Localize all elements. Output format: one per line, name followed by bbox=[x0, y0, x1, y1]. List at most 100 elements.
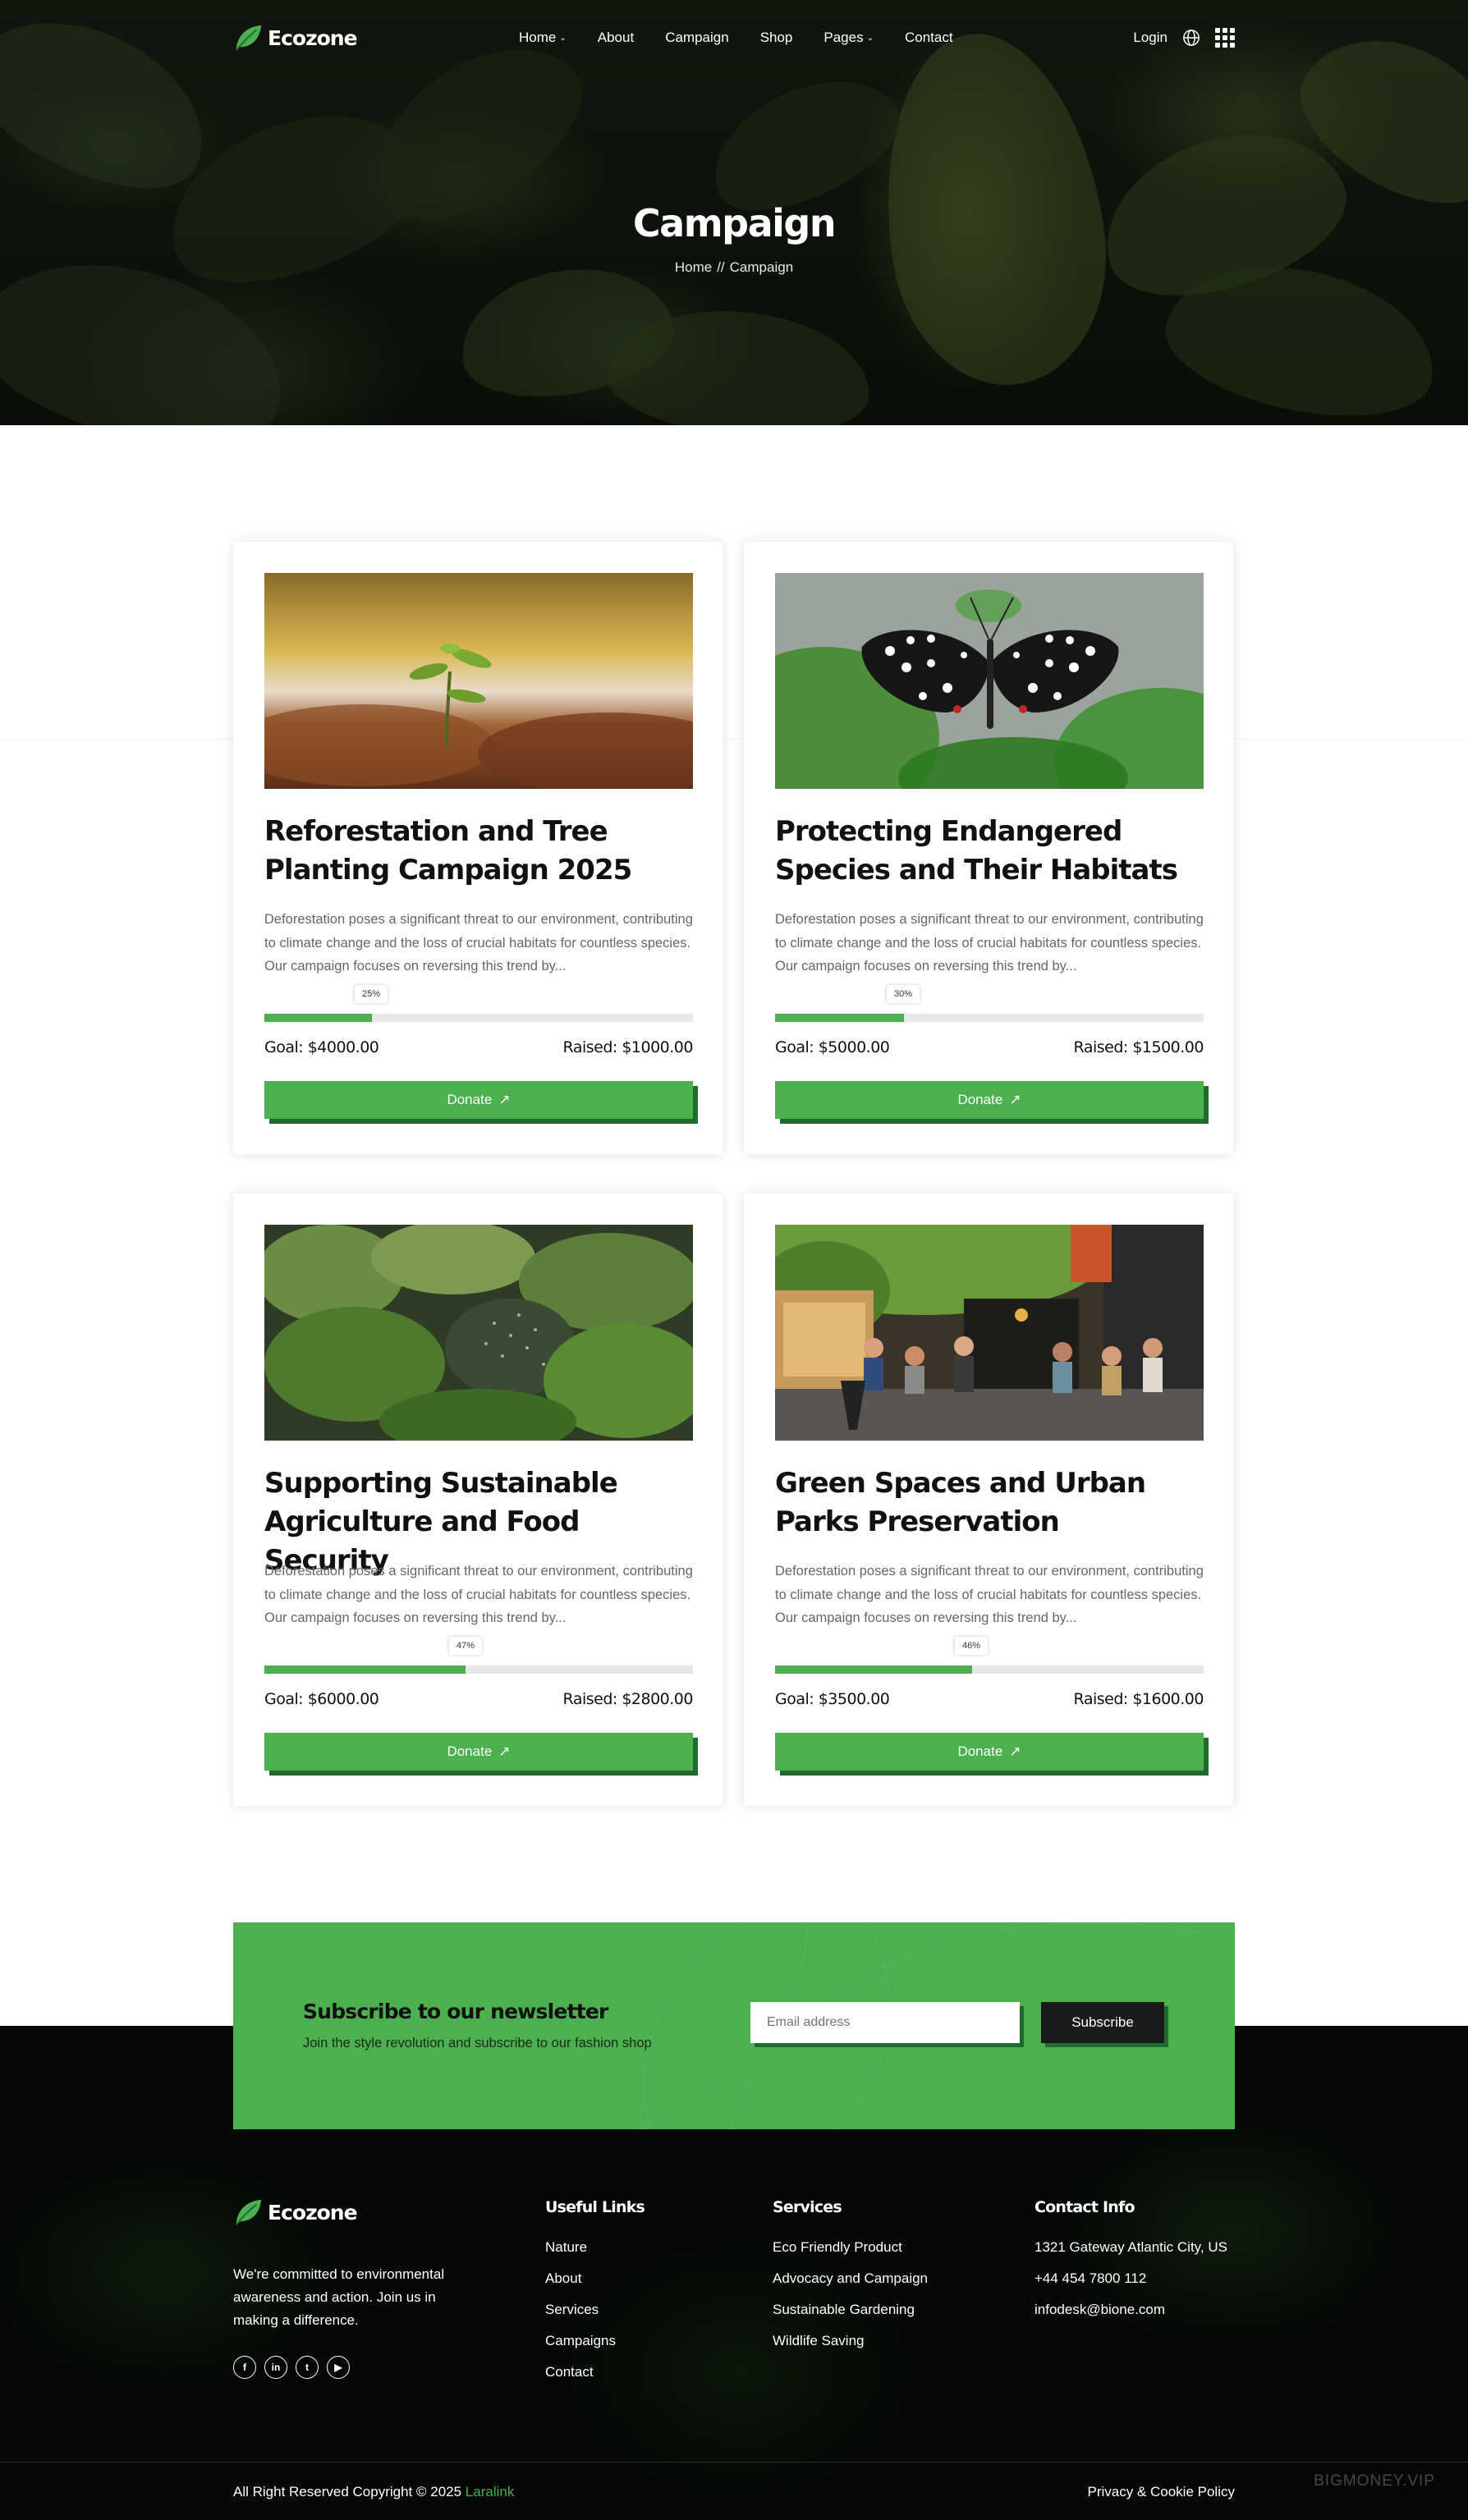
campaign-raised: Raised: $1000.00 bbox=[562, 1038, 694, 1056]
footer-service-item[interactable]: Wildlife Saving bbox=[773, 2333, 928, 2349]
nav-about[interactable]: About bbox=[598, 30, 634, 46]
watermark: BIGMONEY.VIP bbox=[1314, 2472, 1435, 2490]
campaign-goal: Goal: $4000.00 bbox=[264, 1038, 379, 1056]
campaign-title[interactable]: Reforestation and Tree Planting Campaign… bbox=[264, 813, 700, 890]
campaign-description: Deforestation poses a significant threat… bbox=[775, 912, 1204, 974]
nav-campaign[interactable]: Campaign bbox=[665, 30, 729, 46]
campaign-card: Reforestation and Tree Planting Campaign… bbox=[233, 542, 723, 1154]
contact-email[interactable]: infodesk@bione.com bbox=[1034, 2302, 1227, 2318]
progress-percent-badge: 25% bbox=[354, 985, 388, 1003]
breadcrumb-current: Campaign bbox=[729, 259, 794, 275]
footer-column-title: Useful Links bbox=[545, 2198, 645, 2216]
campaign-goal: Goal: $6000.00 bbox=[264, 1690, 379, 1708]
campaign-description: Deforestation poses a significant threat… bbox=[775, 1564, 1204, 1625]
breadcrumb-home[interactable]: Home bbox=[675, 259, 712, 275]
footer-column-title: Contact Info bbox=[1034, 2198, 1135, 2216]
footer-service-item[interactable]: Eco Friendly Product bbox=[773, 2239, 928, 2256]
campaign-image-crops[interactable] bbox=[264, 1225, 693, 1441]
donate-button[interactable]: Donate ↗ bbox=[775, 1733, 1204, 1771]
campaign-title[interactable]: Green Spaces and Urban Parks Preservatio… bbox=[775, 1464, 1210, 1542]
nav-home[interactable]: Home ⌄ bbox=[519, 30, 567, 46]
progress-percent-badge: 30% bbox=[886, 985, 920, 1003]
progress-fill bbox=[775, 1665, 973, 1674]
nav-pages[interactable]: Pages ⌄ bbox=[823, 30, 874, 46]
breadcrumb-separator: // bbox=[717, 259, 725, 275]
nav-contact[interactable]: Contact bbox=[905, 30, 953, 46]
leaf-logo-icon bbox=[236, 2199, 262, 2225]
linkedin-icon[interactable]: in bbox=[264, 2356, 287, 2379]
privacy-policy-link[interactable]: Privacy & Cookie Policy bbox=[1087, 2484, 1235, 2500]
campaign-card: Protecting Endangered Species and Their … bbox=[744, 542, 1233, 1154]
footer-contact-info: Contact Info 1321 Gateway Atlantic City,… bbox=[1034, 2198, 1227, 2333]
footer-service-item[interactable]: Advocacy and Campaign bbox=[773, 2270, 928, 2287]
campaign-description: Deforestation poses a significant threat… bbox=[264, 912, 693, 974]
contact-phone[interactable]: +44 454 7800 112 bbox=[1034, 2270, 1227, 2287]
progress-bar bbox=[775, 1665, 1204, 1674]
campaign-image-street-cafe[interactable] bbox=[775, 1225, 1204, 1441]
globe-icon[interactable] bbox=[1182, 29, 1200, 47]
footer-column-title: Services bbox=[773, 2198, 842, 2216]
copyright-text: All Right Reserved Copyright © 2025 Lara… bbox=[233, 2484, 515, 2499]
leaf-logo-icon bbox=[236, 25, 262, 51]
copyright-brand-link[interactable]: Laralink bbox=[466, 2484, 515, 2499]
donate-button[interactable]: Donate ↗ bbox=[775, 1081, 1204, 1119]
footer-useful-links: Useful Links Nature About Services Campa… bbox=[545, 2198, 645, 2395]
footer-about-text: We're committed to environmental awarene… bbox=[233, 2266, 445, 2328]
chevron-down-icon: ⌄ bbox=[866, 33, 874, 43]
donate-button[interactable]: Donate ↗ bbox=[264, 1733, 693, 1771]
newsletter-title: Subscribe to our newsletter bbox=[303, 2000, 608, 2023]
footer-link-nature[interactable]: Nature bbox=[545, 2239, 645, 2256]
campaign-raised: Raised: $2800.00 bbox=[562, 1690, 694, 1708]
nav-menu: Home ⌄ About Campaign Shop Pages ⌄ Contact bbox=[519, 30, 953, 46]
newsletter-subtitle: Join the style revolution and subscribe … bbox=[303, 2036, 652, 2050]
arrow-up-right-icon: ↗ bbox=[498, 1743, 511, 1759]
campaign-card: Green Spaces and Urban Parks Preservatio… bbox=[744, 1194, 1233, 1806]
youtube-icon[interactable]: ▶ bbox=[327, 2356, 350, 2379]
footer-divider bbox=[0, 2462, 1468, 2463]
campaign-goal: Goal: $3500.00 bbox=[775, 1690, 890, 1708]
donate-button[interactable]: Donate ↗ bbox=[264, 1081, 693, 1119]
brand-logo[interactable]: Ecozone bbox=[233, 22, 358, 53]
brand-name: Ecozone bbox=[268, 25, 358, 50]
campaign-raised: Raised: $1500.00 bbox=[1073, 1038, 1204, 1056]
arrow-up-right-icon: ↗ bbox=[1009, 1743, 1021, 1759]
breadcrumb: Home //Campaign bbox=[0, 259, 1468, 276]
nav-actions: Login bbox=[1133, 28, 1235, 48]
login-link[interactable]: Login bbox=[1133, 30, 1168, 46]
progress-bar bbox=[264, 1665, 693, 1674]
campaign-image-butterfly[interactable] bbox=[775, 573, 1204, 789]
footer-link-contact[interactable]: Contact bbox=[545, 2364, 645, 2380]
progress-percent-badge: 47% bbox=[448, 1637, 483, 1655]
main-nav: Ecozone Home ⌄ About Campaign Shop Pages ⌄… bbox=[233, 0, 1235, 76]
arrow-up-right-icon: ↗ bbox=[1009, 1092, 1021, 1107]
arrow-up-right-icon: ↗ bbox=[498, 1092, 511, 1107]
campaign-description: Deforestation poses a significant threat… bbox=[264, 1564, 693, 1625]
progress-percent-badge: 46% bbox=[954, 1637, 989, 1655]
contact-address: 1321 Gateway Atlantic City, US bbox=[1034, 2239, 1227, 2255]
page-title: Campaign bbox=[632, 201, 837, 245]
apps-grid-icon[interactable] bbox=[1215, 28, 1235, 48]
campaign-title[interactable]: Protecting Endangered Species and Their … bbox=[775, 813, 1210, 890]
newsletter-section: Subscribe to our newsletter Join the sty… bbox=[233, 1922, 1235, 2129]
campaign-goal: Goal: $5000.00 bbox=[775, 1038, 890, 1056]
footer-link-services[interactable]: Services bbox=[545, 2302, 645, 2318]
campaign-image-seedling[interactable] bbox=[264, 573, 693, 789]
footer-link-campaigns[interactable]: Campaigns bbox=[545, 2333, 645, 2349]
footer-service-item[interactable]: Sustainable Gardening bbox=[773, 2302, 928, 2318]
footer-services: Services Eco Friendly Product Advocacy a… bbox=[773, 2198, 928, 2364]
progress-fill bbox=[264, 1014, 372, 1022]
email-input[interactable] bbox=[750, 2002, 1020, 2043]
social-links: f in t ▶ bbox=[233, 2356, 350, 2379]
campaign-raised: Raised: $1600.00 bbox=[1073, 1690, 1204, 1708]
footer-link-about[interactable]: About bbox=[545, 2270, 645, 2287]
campaign-card: Supporting Sustainable Agriculture and F… bbox=[233, 1194, 723, 1806]
progress-fill bbox=[775, 1014, 904, 1022]
brand-name: Ecozone bbox=[268, 2200, 358, 2224]
footer-brand-logo[interactable]: Ecozone bbox=[233, 2197, 358, 2228]
twitter-icon[interactable]: t bbox=[296, 2356, 319, 2379]
hero-banner: Ecozone Home ⌄ About Campaign Shop Pages ⌄… bbox=[0, 0, 1468, 425]
nav-shop[interactable]: Shop bbox=[760, 30, 793, 46]
subscribe-button[interactable]: Subscribe bbox=[1041, 2002, 1164, 2043]
chevron-down-icon: ⌄ bbox=[559, 33, 567, 43]
facebook-icon[interactable]: f bbox=[233, 2356, 256, 2379]
